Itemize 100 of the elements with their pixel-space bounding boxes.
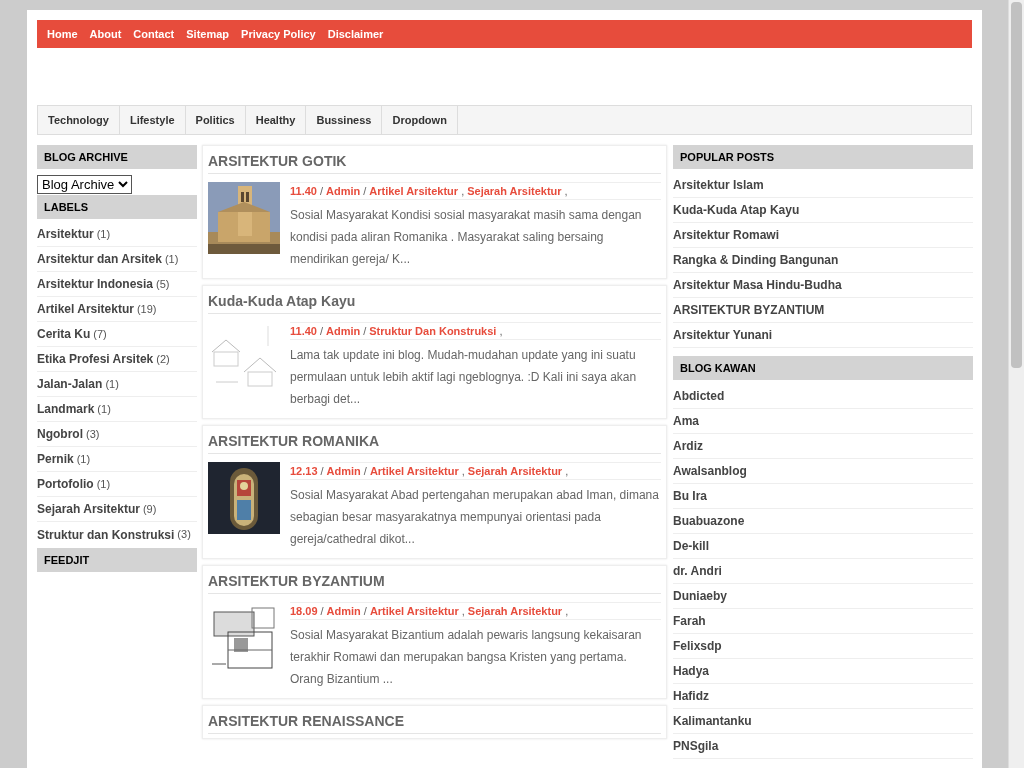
category-tab[interactable]: Lifestyle xyxy=(119,106,186,134)
scrollbar-thumb[interactable] xyxy=(1011,2,1022,368)
widget-header: POPULAR POSTS xyxy=(673,145,973,169)
scrollbar[interactable] xyxy=(1008,0,1024,768)
meta-separator: / xyxy=(319,183,323,199)
meta-link[interactable]: 11.40 xyxy=(290,182,317,200)
sidebar-link[interactable]: Awalsanblog xyxy=(673,462,747,480)
label-count: (7) xyxy=(93,326,107,342)
post-title[interactable]: ARSITEKTUR GOTIK xyxy=(208,152,661,174)
widget-header: BLOG KAWAN xyxy=(673,356,973,380)
label-count: (1) xyxy=(164,251,179,267)
meta-link[interactable]: Artikel Arsitektur xyxy=(369,462,459,480)
label-link[interactable]: Arsitektur Indonesia xyxy=(37,275,154,293)
sidebar-link[interactable]: Bu Ira xyxy=(673,487,707,505)
widget-header: BLOG ARCHIVE xyxy=(37,145,197,169)
label-link[interactable]: Artikel Arsitektur xyxy=(37,300,134,318)
sidebar-link[interactable]: Arsitektur Yunani xyxy=(673,326,773,344)
label-link[interactable]: Cerita Ku xyxy=(37,325,91,343)
sidebar-link[interactable]: ARSITEKTUR BYZANTIUM xyxy=(673,301,825,319)
nav-link[interactable]: Sitemap xyxy=(180,23,236,45)
label-count: (9) xyxy=(142,501,157,517)
meta-link[interactable]: Admin xyxy=(326,602,361,620)
post-title[interactable]: ARSITEKTUR ROMANIKA xyxy=(208,432,661,454)
archive-dropdown[interactable]: Blog Archive xyxy=(37,175,132,194)
label-link[interactable]: Portofolio xyxy=(37,475,94,493)
label-count: (3) xyxy=(86,426,100,442)
meta-link[interactable]: 11.40 xyxy=(290,322,317,340)
nav-link[interactable]: Contact xyxy=(127,23,181,45)
sidebar-link[interactable]: dr. Andri xyxy=(673,562,722,580)
meta-link[interactable]: Artikel Arsitektur xyxy=(369,182,459,200)
widget-header: FEEDJIT xyxy=(37,548,197,572)
meta-link[interactable]: 12.13 xyxy=(290,462,318,480)
label-link[interactable]: Jalan-Jalan xyxy=(37,375,103,393)
label-link[interactable]: Sejarah Arsitektur xyxy=(37,500,140,518)
sidebar-link[interactable]: Ardiz xyxy=(673,437,703,455)
label-link[interactable]: Arsitektur dan Arsitek xyxy=(37,250,162,268)
meta-separator: / xyxy=(363,323,367,339)
label-link[interactable]: Landmark xyxy=(37,400,95,418)
category-tab[interactable]: Dropdown xyxy=(382,106,458,134)
label-link[interactable]: Pernik xyxy=(37,450,74,468)
meta-link[interactable]: Sejarah Arsitektur xyxy=(467,462,563,480)
label-link[interactable]: Arsitektur xyxy=(37,225,94,243)
meta-link[interactable]: Admin xyxy=(326,462,361,480)
sidebar-link[interactable]: Hafidz xyxy=(673,687,709,705)
meta-link[interactable]: 18.09 xyxy=(290,602,318,620)
meta-link[interactable]: Sejarah Arsitektur xyxy=(467,602,563,620)
category-tab[interactable]: Politics xyxy=(185,106,246,134)
label-count: (1) xyxy=(97,401,111,417)
sidebar-link[interactable]: Hadya xyxy=(673,662,710,680)
sidebar-link[interactable]: Felixsdp xyxy=(673,637,722,655)
meta-separator: / xyxy=(363,463,367,479)
meta-separator: / xyxy=(320,603,324,619)
label-link[interactable]: Etika Profesi Arsitek xyxy=(37,350,154,368)
meta-separator: , xyxy=(461,603,465,619)
meta-separator: , xyxy=(461,183,465,199)
meta-separator: , xyxy=(565,463,569,479)
meta-link[interactable]: Sejarah Arsitektur xyxy=(467,182,562,200)
meta-link[interactable]: Artikel Arsitektur xyxy=(369,602,459,620)
meta-separator: , xyxy=(564,183,568,199)
nav-link[interactable]: Privacy Policy xyxy=(235,23,322,45)
sidebar-link[interactable]: Arsitektur Romawi xyxy=(673,226,780,244)
meta-link[interactable]: Admin xyxy=(326,322,361,340)
sidebar-link[interactable]: Buabuazone xyxy=(673,512,745,530)
meta-separator: / xyxy=(363,183,367,199)
meta-link[interactable]: Struktur Dan Konstruksi xyxy=(369,322,497,340)
meta-separator: / xyxy=(363,603,367,619)
meta-separator: , xyxy=(499,323,503,339)
post-title[interactable]: ARSITEKTUR RENAISSANCE xyxy=(208,712,661,734)
sidebar-link[interactable]: PNSgila xyxy=(673,737,719,755)
sidebar-link[interactable]: Arsitektur Islam xyxy=(673,176,764,194)
label-count: (1) xyxy=(96,226,111,242)
category-tab[interactable]: Technology xyxy=(38,106,120,134)
meta-separator: / xyxy=(320,463,324,479)
sidebar-link[interactable]: Kuda-Kuda Atap Kayu xyxy=(673,201,800,219)
sidebar-link[interactable]: De-kill xyxy=(673,537,709,555)
nav-link[interactable]: Disclaimer xyxy=(321,23,390,45)
post-snippet: Sosial Masyarakat Kondisi sosial masyarakat masih sama dengan kondisi pada aliran Romanika . Masyarakat saling bersaing mendirikan gereja/ K... xyxy=(290,207,643,268)
sidebar-link[interactable]: Abdicted xyxy=(673,387,725,405)
sidebar-link[interactable]: Duniaeby xyxy=(673,587,727,605)
sidebar-link[interactable]: Farah xyxy=(673,612,706,630)
label-link[interactable]: Ngobrol xyxy=(37,425,83,443)
sidebar-link[interactable]: Ama xyxy=(673,412,699,430)
post-snippet: Sosial Masyarakat Bizantium adalah pewaris langsung kekaisaran terakhir Romawi dan merupakan bangsa Kristen yang pertama. Orang Bizantium ... xyxy=(290,627,643,688)
nav-link[interactable]: About xyxy=(83,23,128,45)
sidebar-link[interactable]: Rangka & Dinding Bangunan xyxy=(673,251,839,269)
post-title[interactable]: ARSITEKTUR BYZANTIUM xyxy=(208,572,661,594)
meta-separator: / xyxy=(319,323,323,339)
label-link[interactable]: Struktur dan Konstruksi xyxy=(37,525,175,544)
nav-link[interactable]: Home xyxy=(41,23,84,45)
post-snippet: Lama tak update ini blog. Mudah-mudahan update yang ini suatu permulaan untuk lebih aktif lagi ngeblognya. :D Kali ini saya akan berbagi det... xyxy=(290,347,638,408)
category-tab[interactable]: Bussiness xyxy=(306,106,383,134)
post-title[interactable]: Kuda-Kuda Atap Kayu xyxy=(208,292,661,314)
sidebar-link[interactable]: Kalimantanku xyxy=(673,712,752,730)
sidebar-link[interactable]: Arsitektur Masa Hindu-Budha xyxy=(673,276,842,294)
category-tab[interactable]: Healthy xyxy=(245,106,307,134)
meta-separator: , xyxy=(565,603,569,619)
widget-header: LABELS xyxy=(37,195,197,219)
meta-link[interactable]: Admin xyxy=(326,182,361,200)
label-count: (5) xyxy=(156,276,170,292)
label-count: (1) xyxy=(96,476,111,492)
